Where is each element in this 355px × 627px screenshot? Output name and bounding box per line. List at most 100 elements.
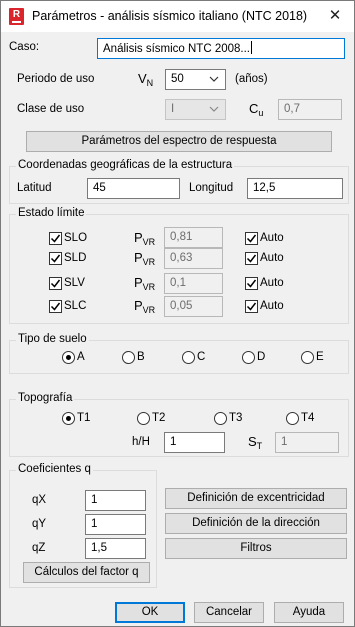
qx-input[interactable]: 1 xyxy=(85,490,146,511)
periodo-select[interactable]: 50 xyxy=(165,69,226,90)
slo-auto-checkbox[interactable] xyxy=(245,232,258,245)
topo-label-t4: T4 xyxy=(301,412,315,424)
periodo-label: Periodo de uso xyxy=(17,73,95,85)
suelo-legend: Tipo de suelo xyxy=(16,333,89,345)
ok-button[interactable]: OK xyxy=(115,602,185,623)
slc-checkbox[interactable] xyxy=(49,300,62,313)
pvr-letter: P xyxy=(134,275,143,290)
slc-auto-label: Auto xyxy=(260,300,284,312)
excentricidad-button[interactable]: Definición de excentricidad xyxy=(165,488,347,509)
chevron-down-icon xyxy=(209,106,219,112)
vn-subscript: N xyxy=(146,78,154,88)
suelo-radio-e[interactable] xyxy=(301,351,314,364)
suelo-label-b: B xyxy=(137,351,145,363)
pvr-letter: P xyxy=(134,230,143,245)
slv-auto-checkbox[interactable] xyxy=(245,277,258,290)
suelo-group xyxy=(9,340,349,374)
estado-legend: Estado límite xyxy=(16,207,87,219)
coef-legend: Coeficientes q xyxy=(16,463,93,475)
slo-auto-label: Auto xyxy=(260,232,284,244)
topo-radio-t3[interactable] xyxy=(214,412,227,425)
direccion-button[interactable]: Definición de la dirección xyxy=(165,513,347,534)
dialog-window: R Parámetros - análisis sísmico italiano… xyxy=(0,0,355,627)
clase-select[interactable]: I xyxy=(165,99,226,120)
lon-label: Longitud xyxy=(189,182,234,194)
help-button[interactable]: Ayuda xyxy=(274,602,344,623)
st-subscript: T xyxy=(256,441,263,451)
calc-q-factor-button[interactable]: Cálculos del factor q xyxy=(23,562,150,583)
hh-input[interactable]: 1 xyxy=(164,432,225,453)
suelo-label-d: D xyxy=(257,351,266,363)
qz-input[interactable]: 1,5 xyxy=(85,538,146,559)
clase-value: I xyxy=(171,103,175,115)
text-caret xyxy=(251,41,252,54)
qy-input[interactable]: 1 xyxy=(85,514,146,535)
hh-label: h/H xyxy=(132,436,150,448)
slc-auto-checkbox[interactable] xyxy=(245,300,258,313)
lon-input[interactable]: 12,5 xyxy=(247,178,343,199)
qy-label: qY xyxy=(32,518,47,530)
topo-radio-t4[interactable] xyxy=(286,412,299,425)
slo-label: SLO xyxy=(64,232,88,244)
caso-input-value: Análisis sísmico NTC 2008... xyxy=(103,43,250,55)
pvr-subscript: VR xyxy=(142,305,156,315)
suelo-label-e: E xyxy=(316,351,324,363)
topo-label-t2: T2 xyxy=(152,412,166,424)
topografia-legend: Topografía xyxy=(16,392,75,404)
topo-radio-t1[interactable] xyxy=(62,412,75,425)
sld-auto-label: Auto xyxy=(260,252,284,264)
qx-label: qX xyxy=(32,494,47,506)
cu-subscript: u xyxy=(258,108,264,118)
slo-pvr-input[interactable]: 0,81 xyxy=(164,227,223,248)
pvr-symbol: PVR xyxy=(134,275,155,292)
sld-checkbox[interactable] xyxy=(49,252,62,265)
topo-label-t3: T3 xyxy=(229,412,243,424)
filtros-button[interactable]: Filtros xyxy=(165,538,347,559)
pvr-symbol: PVR xyxy=(134,230,155,247)
slc-pvr-input[interactable]: 0,05 xyxy=(164,296,223,317)
st-input[interactable]: 1 xyxy=(275,432,339,453)
vn-symbol: VN xyxy=(138,71,153,88)
cu-input[interactable]: 0,7 xyxy=(278,99,342,120)
slv-auto-label: Auto xyxy=(260,277,284,289)
title-bar: R Parámetros - análisis sísmico italiano… xyxy=(1,1,354,32)
spectrum-params-button[interactable]: Parámetros del espectro de respuesta xyxy=(26,131,332,152)
coords-legend: Coordenadas geográficas de la estructura xyxy=(16,159,235,171)
slc-label: SLC xyxy=(64,300,87,312)
suelo-radio-a[interactable] xyxy=(62,351,75,364)
checkmark-icon xyxy=(50,279,61,288)
checkmark-icon xyxy=(246,234,257,243)
st-letter: S xyxy=(248,434,257,449)
lat-input[interactable]: 45 xyxy=(87,178,180,199)
slv-pvr-input[interactable]: 0,1 xyxy=(164,273,223,294)
pvr-symbol: PVR xyxy=(134,250,155,267)
suelo-radio-d[interactable] xyxy=(242,351,255,364)
slv-label: SLV xyxy=(64,277,85,289)
slv-checkbox[interactable] xyxy=(49,277,62,290)
suelo-radio-c[interactable] xyxy=(182,351,195,364)
sld-auto-checkbox[interactable] xyxy=(245,252,258,265)
clase-label: Clase de uso xyxy=(17,103,85,115)
checkmark-icon xyxy=(50,254,61,263)
st-symbol: ST xyxy=(248,434,262,451)
close-icon[interactable]: ✕ xyxy=(321,4,349,28)
topo-radio-t2[interactable] xyxy=(137,412,150,425)
cancel-button[interactable]: Cancelar xyxy=(194,602,264,623)
chevron-down-icon xyxy=(209,76,219,82)
pvr-letter: P xyxy=(134,250,143,265)
pvr-subscript: VR xyxy=(142,237,156,247)
suelo-label-a: A xyxy=(77,351,85,363)
pvr-subscript: VR xyxy=(142,282,156,292)
slo-checkbox[interactable] xyxy=(49,232,62,245)
periodo-unit: (años) xyxy=(235,73,268,85)
periodo-value: 50 xyxy=(171,73,184,85)
sld-label: SLD xyxy=(64,252,87,264)
checkmark-icon xyxy=(246,302,257,311)
sld-pvr-input[interactable]: 0,63 xyxy=(164,248,223,269)
pvr-symbol: PVR xyxy=(134,298,155,315)
suelo-label-c: C xyxy=(197,351,206,363)
checkmark-icon xyxy=(246,254,257,263)
window-title: Parámetros - análisis sísmico italiano (… xyxy=(32,9,308,23)
caso-input[interactable]: Análisis sísmico NTC 2008... xyxy=(97,38,345,59)
suelo-radio-b[interactable] xyxy=(122,351,135,364)
